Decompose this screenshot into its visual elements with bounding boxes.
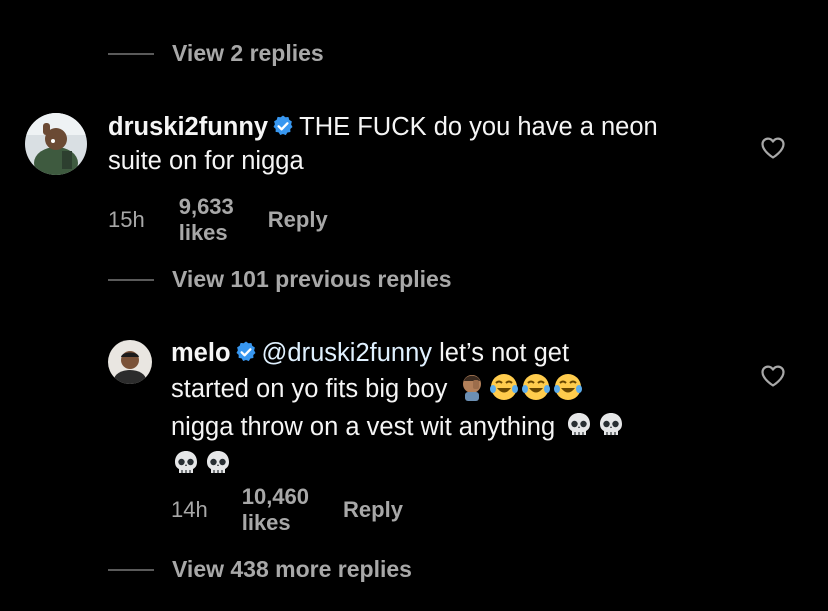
comment-meta: 15h 9,633 likes Reply	[108, 194, 328, 246]
username[interactable]: druski2funny	[108, 113, 268, 141]
comment-text-line2: started on yo fits big boy	[171, 375, 448, 403]
laughing-crying-emoji	[553, 372, 583, 410]
likes-count[interactable]: 9,633 likes	[179, 194, 234, 246]
reply-button[interactable]: Reply	[268, 207, 328, 233]
avatar-image	[25, 113, 87, 175]
timestamp: 14h	[171, 497, 208, 522]
view-more-replies[interactable]: View 438 more replies	[108, 556, 412, 583]
comment-text-line2: suite on for nigga	[108, 147, 304, 175]
avatar[interactable]	[108, 340, 152, 384]
mention-link[interactable]: @druski2funny	[262, 339, 432, 367]
view-previous-label: View 101 previous replies	[172, 266, 452, 292]
skull-emoji	[171, 448, 201, 486]
laughing-crying-emoji	[521, 372, 551, 410]
view-previous-replies[interactable]: View 101 previous replies	[108, 266, 452, 293]
thread-line	[108, 52, 154, 55]
heart-icon[interactable]	[760, 364, 786, 393]
comment-text-line1: let’s not get	[432, 339, 570, 367]
reply-button[interactable]: Reply	[343, 497, 403, 523]
comment-text-line3: nigga throw on a vest wit anything	[171, 413, 556, 441]
comment-text-line1: THE FUCK do you have a neon	[299, 113, 658, 141]
comment-meta: 14h 10,460 likes Reply	[171, 484, 403, 536]
view-replies-top[interactable]: View 2 replies	[108, 40, 324, 67]
thread-line	[108, 568, 154, 571]
comment-body: melo @druski2funny let’s not get started …	[171, 338, 731, 486]
avatar[interactable]	[25, 113, 87, 175]
view-more-label: View 438 more replies	[172, 556, 412, 582]
avatar-image	[108, 340, 152, 384]
likes-count[interactable]: 10,460 likes	[242, 484, 309, 536]
verified-badge-icon	[271, 114, 295, 146]
facepalm-emoji	[457, 372, 487, 410]
view-replies-label: View 2 replies	[172, 40, 324, 66]
verified-badge-icon	[234, 340, 258, 372]
heart-icon[interactable]	[760, 136, 786, 165]
comment-body: druski2funny THE FUCK do you have a neon …	[108, 112, 748, 177]
username[interactable]: melo	[171, 339, 231, 367]
skull-emoji	[564, 410, 594, 448]
thread-line	[108, 278, 154, 281]
timestamp: 15h	[108, 207, 145, 232]
skull-emoji	[203, 448, 233, 486]
laughing-crying-emoji	[489, 372, 519, 410]
skull-emoji	[596, 410, 626, 448]
